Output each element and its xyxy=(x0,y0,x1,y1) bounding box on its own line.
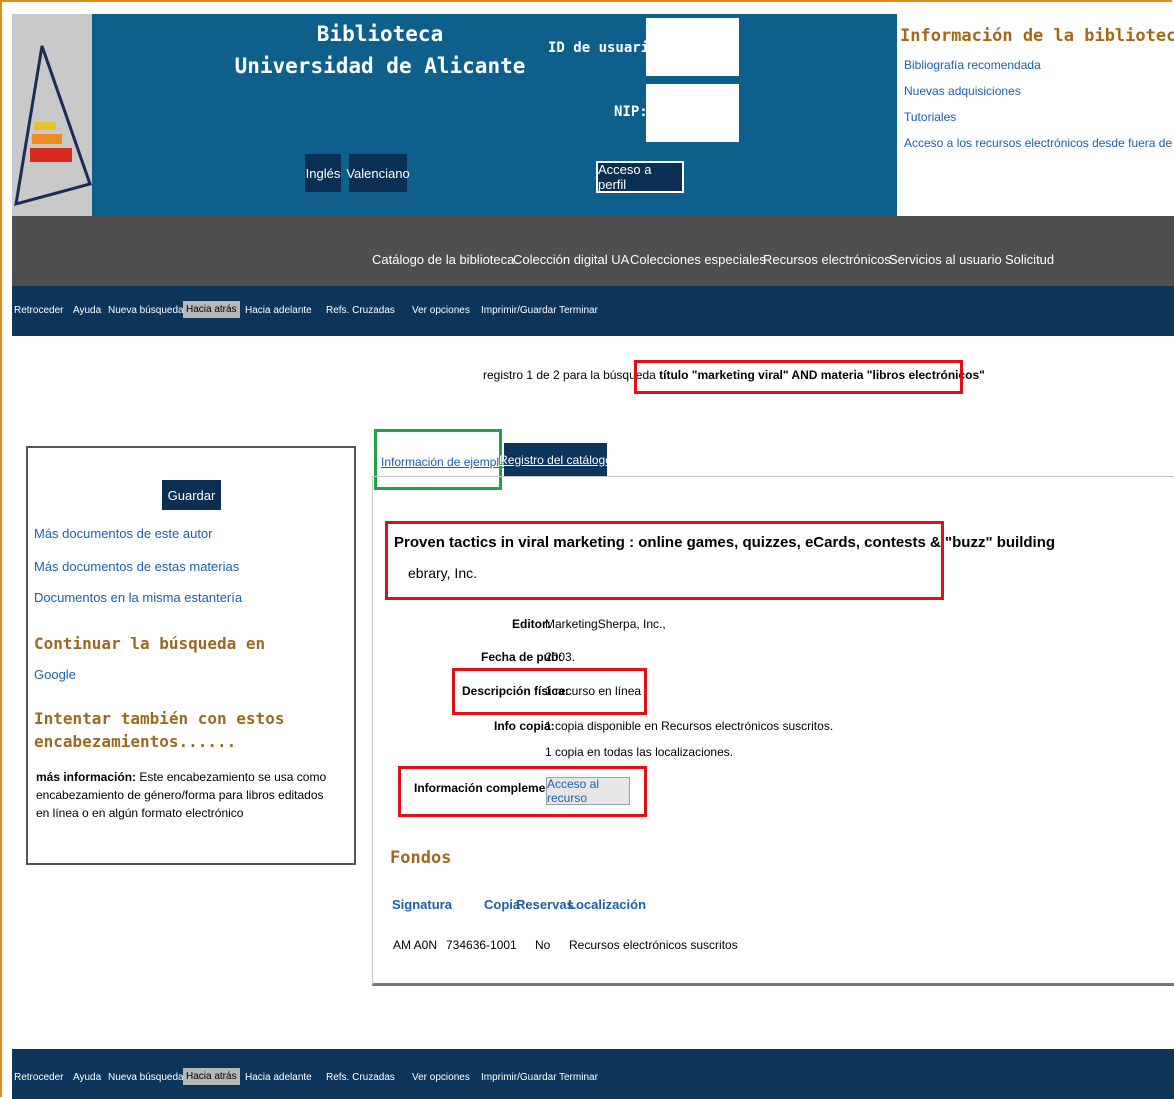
nav-special-collections[interactable]: Colecciones especiales xyxy=(630,252,766,267)
library-info-heading: Información de la biblioteca xyxy=(900,26,1174,46)
toolbar-previous[interactable]: Hacia atrás xyxy=(183,301,240,318)
cell-holds: No xyxy=(535,938,551,952)
col-location[interactable]: Localización xyxy=(568,897,646,912)
new-acquisitions-link[interactable]: Nuevas adquisiciones xyxy=(904,84,1021,98)
continue-search-heading: Continuar la búsqueda en xyxy=(34,634,266,653)
bottom-toolbar-view-options[interactable]: Ver opciones xyxy=(412,1072,470,1083)
toolbar-back[interactable]: Retroceder xyxy=(14,305,63,316)
user-id-input[interactable] xyxy=(646,18,739,76)
toolbar-new-search[interactable]: Nueva búsqueda xyxy=(108,305,184,316)
tab-catalog-record[interactable]: Registro del catálogo xyxy=(499,443,612,476)
toolbar-next[interactable]: Hacia adelante xyxy=(245,305,312,316)
nav-electronic-resources[interactable]: Recursos electrónicos xyxy=(763,252,891,267)
nav-request[interactable]: Solicitud xyxy=(1005,252,1054,267)
copy-info-value-2: 1 copia en todas las localizaciones. xyxy=(545,745,734,759)
try-headings-heading: Intentar también con estos encabezamient… xyxy=(34,709,285,751)
valencian-button[interactable]: Valenciano xyxy=(346,154,410,192)
highlight-resource-access xyxy=(398,766,647,817)
library-title: Biblioteca Universidad de Alicante xyxy=(234,22,526,78)
bottom-toolbar-print-save[interactable]: Imprimir/Guardar xyxy=(481,1072,557,1083)
cell-call-number: AM A0N xyxy=(393,938,438,952)
nav-catalog[interactable]: Catálogo de la biblioteca xyxy=(372,252,514,267)
more-by-author-link[interactable]: Más documentos de este autor xyxy=(34,526,213,541)
google-link[interactable]: Google xyxy=(34,667,76,682)
cell-location: Recursos electrónicos suscritos xyxy=(569,938,738,952)
bottom-toolbar-previous[interactable]: Hacia atrás xyxy=(183,1068,240,1085)
editor-value: MarketingSherpa, Inc., xyxy=(545,617,666,631)
col-holds[interactable]: Reservas xyxy=(516,897,574,912)
bottom-toolbar-finish[interactable]: Terminar xyxy=(559,1072,598,1083)
bottom-toolbar-next[interactable]: Hacia adelante xyxy=(245,1072,312,1083)
same-shelf-link[interactable]: Documentos en la misma estantería xyxy=(34,590,242,605)
remote-access-link[interactable]: Acceso a los recursos electrónicos desde… xyxy=(904,136,1174,150)
toolbar-print-save[interactable]: Imprimir/Guardar xyxy=(481,305,557,316)
pub-date-value: 2003. xyxy=(545,650,576,664)
highlight-title xyxy=(385,521,944,600)
bottom-toolbar-help[interactable]: Ayuda xyxy=(73,1072,101,1083)
pin-input[interactable] xyxy=(646,84,739,142)
save-button[interactable]: Guardar xyxy=(162,480,221,510)
highlight-physical-desc xyxy=(452,668,647,715)
tutorials-link[interactable]: Tutoriales xyxy=(904,110,956,124)
main-nav-bar xyxy=(12,216,1174,286)
holdings-heading: Fondos xyxy=(390,848,452,868)
recommended-bibliography-link[interactable]: Bibliografía recomendada xyxy=(904,58,1041,72)
university-logo[interactable] xyxy=(12,14,92,216)
profile-access-button[interactable]: Acceso a perfil xyxy=(596,161,684,193)
col-copy[interactable]: Copia xyxy=(484,897,520,912)
nav-user-services[interactable]: Servicios al usuario xyxy=(889,252,1002,267)
heading-note: más información: Este encabezamiento se … xyxy=(36,770,327,820)
bottom-toolbar-new-search[interactable]: Nueva búsqueda xyxy=(108,1072,184,1083)
bottom-toolbar-back[interactable]: Retroceder xyxy=(14,1072,63,1083)
cell-copy: 734636-1001 xyxy=(446,938,517,952)
pin-label: NIP: xyxy=(614,104,648,120)
highlight-query xyxy=(634,360,963,394)
english-button[interactable]: Inglés xyxy=(305,154,341,192)
toolbar-cross-refs[interactable]: Refs. Cruzadas xyxy=(326,305,395,316)
toolbar-finish[interactable]: Terminar xyxy=(559,305,598,316)
more-by-subject-link[interactable]: Más documentos de estas materias xyxy=(34,559,239,574)
copy-info-value-1: 1 copia disponible en Recursos electróni… xyxy=(545,719,834,733)
col-call-number[interactable]: Signatura xyxy=(392,897,452,912)
bottom-toolbar-cross-refs[interactable]: Refs. Cruzadas xyxy=(326,1072,395,1083)
toolbar-view-options[interactable]: Ver opciones xyxy=(412,305,470,316)
nav-digital-collection[interactable]: Colección digital UA xyxy=(513,252,629,267)
toolbar-help[interactable]: Ayuda xyxy=(73,305,101,316)
